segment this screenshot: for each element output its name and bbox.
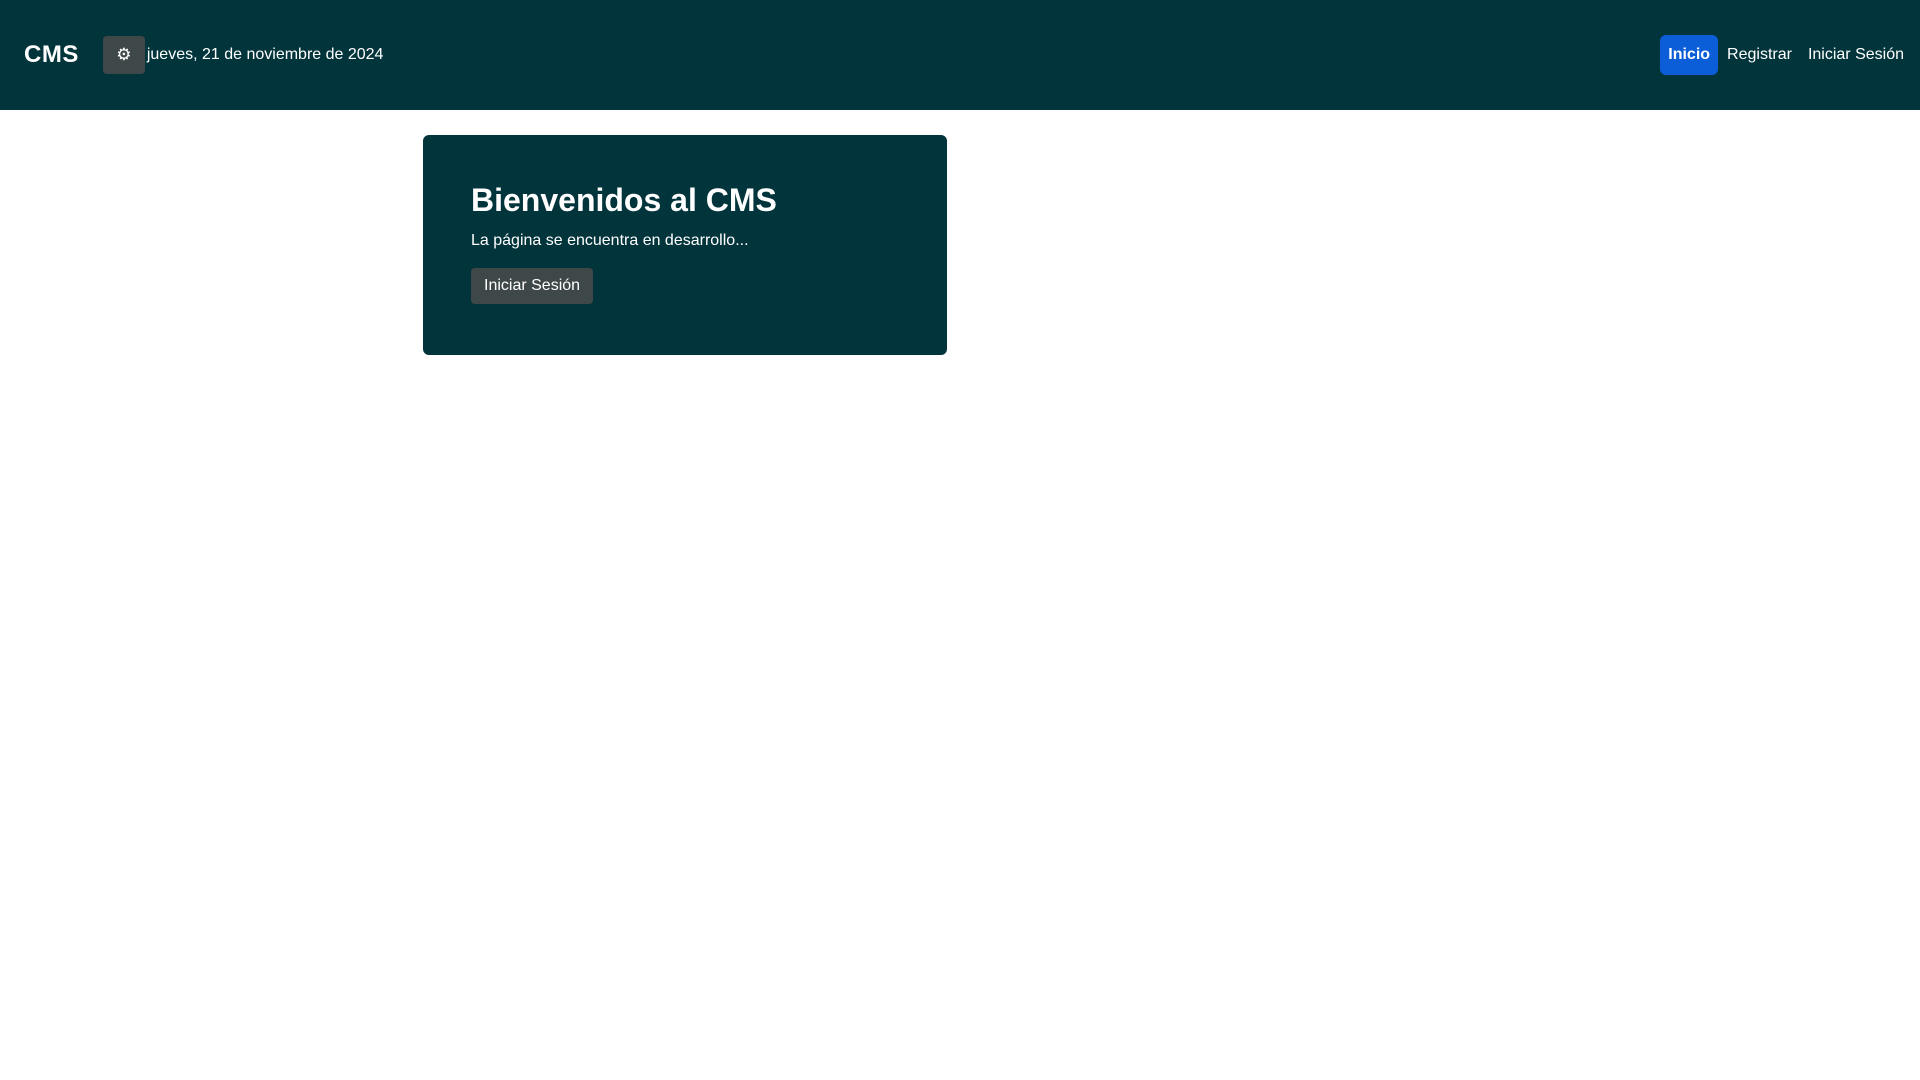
theme-toggle-button[interactable]: ⚙: [102, 36, 145, 74]
login-button[interactable]: Iniciar Sesión: [471, 268, 594, 305]
nav-link-inicio[interactable]: Inicio: [1660, 35, 1719, 75]
nav-links: Inicio Registrar Iniciar Sesión: [1660, 35, 1912, 75]
brand-logo[interactable]: CMS: [24, 41, 79, 69]
page-title: Bienvenidos al CMS: [471, 182, 777, 218]
nav-link-iniciar-sesion[interactable]: Iniciar Sesión: [1800, 36, 1912, 74]
welcome-card: Bienvenidos al CMS La página se encuentr…: [423, 135, 947, 355]
gear-icon: ⚙: [116, 45, 132, 64]
top-navbar: CMS ⚙ jueves, 21 de noviembre de 2024 In…: [0, 0, 1920, 110]
nav-link-registrar[interactable]: Registrar: [1719, 36, 1800, 74]
current-date: jueves, 21 de noviembre de 2024: [146, 46, 384, 63]
page-subtitle: La página se encuentra en desarrollo...: [471, 232, 749, 250]
